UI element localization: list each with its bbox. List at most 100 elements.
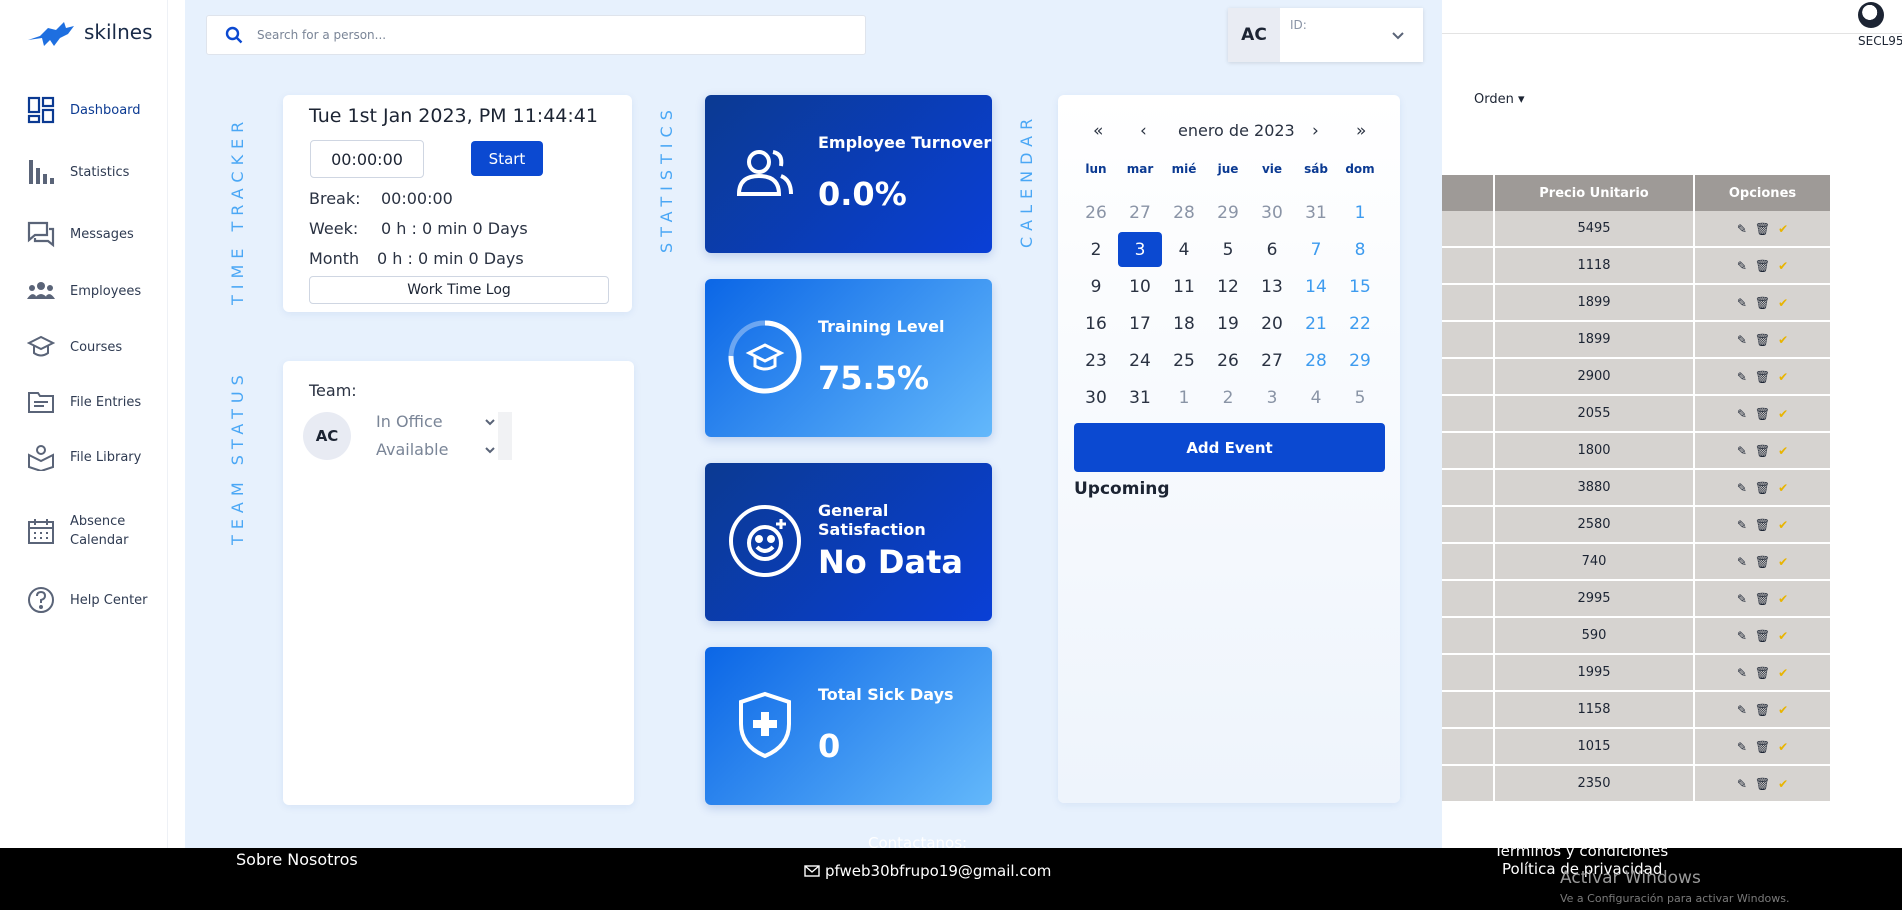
edit-icon[interactable]: ✎ [1737, 296, 1747, 310]
check-icon[interactable]: ✔ [1778, 444, 1788, 458]
calendar-day[interactable]: 10 [1118, 268, 1162, 305]
edit-icon[interactable]: ✎ [1737, 703, 1747, 717]
calendar-day[interactable]: 21 [1294, 305, 1338, 342]
calendar-day[interactable]: 1 [1162, 379, 1206, 416]
trash-icon[interactable]: 🗑 [1755, 592, 1770, 606]
trash-icon[interactable]: 🗑 [1755, 555, 1770, 569]
search-input[interactable] [257, 28, 817, 42]
edit-icon[interactable]: ✎ [1737, 629, 1747, 643]
check-icon[interactable]: ✔ [1778, 407, 1788, 421]
calendar-day[interactable]: 8 [1338, 231, 1382, 268]
add-event-button[interactable]: Add Event [1074, 423, 1385, 472]
start-button[interactable]: Start [471, 141, 543, 176]
calendar-day[interactable]: 9 [1074, 268, 1118, 305]
check-icon[interactable]: ✔ [1778, 592, 1788, 606]
calendar-day[interactable]: 25 [1162, 342, 1206, 379]
calendar-day[interactable]: 6 [1250, 231, 1294, 268]
calendar-day[interactable]: 1 [1338, 194, 1382, 231]
calendar-day[interactable]: 29 [1206, 194, 1250, 231]
trash-icon[interactable]: 🗑 [1755, 518, 1770, 532]
calendar-day[interactable]: 5 [1206, 231, 1250, 268]
sidebar-item-messages[interactable]: Messages [26, 219, 134, 249]
calendar-day[interactable]: 30 [1250, 194, 1294, 231]
trash-icon[interactable]: 🗑 [1755, 444, 1770, 458]
calendar-day[interactable]: 31 [1118, 379, 1162, 416]
edit-icon[interactable]: ✎ [1737, 407, 1747, 421]
trash-icon[interactable]: 🗑 [1755, 703, 1770, 717]
trash-icon[interactable]: 🗑 [1755, 629, 1770, 643]
trash-icon[interactable]: 🗑 [1755, 481, 1770, 495]
calendar-day[interactable]: 16 [1074, 305, 1118, 342]
check-icon[interactable]: ✔ [1778, 259, 1788, 273]
edit-icon[interactable]: ✎ [1737, 333, 1747, 347]
calendar-day[interactable]: 17 [1118, 305, 1162, 342]
next-year-button[interactable]: » [1356, 121, 1366, 141]
scrollbar[interactable] [498, 412, 512, 460]
trash-icon[interactable]: 🗑 [1755, 740, 1770, 754]
sidebar-item-help-center[interactable]: Help Center [26, 585, 148, 615]
stat-card-general-satisfaction[interactable]: General Satisfaction No Data [705, 463, 992, 621]
trash-icon[interactable]: 🗑 [1755, 296, 1770, 310]
prev-year-button[interactable]: « [1093, 121, 1103, 141]
check-icon[interactable]: ✔ [1778, 740, 1788, 754]
calendar-day[interactable]: 15 [1338, 268, 1382, 305]
calendar-day[interactable]: 3 [1250, 379, 1294, 416]
edit-icon[interactable]: ✎ [1737, 444, 1747, 458]
edit-icon[interactable]: ✎ [1737, 777, 1747, 791]
sidebar-item-courses[interactable]: Courses [26, 332, 122, 362]
edit-icon[interactable]: ✎ [1737, 518, 1747, 532]
calendar-day[interactable]: 7 [1294, 231, 1338, 268]
calendar-day[interactable]: 24 [1118, 342, 1162, 379]
prev-month-button[interactable]: ‹ [1140, 121, 1147, 141]
edit-icon[interactable]: ✎ [1737, 481, 1747, 495]
calendar-day[interactable]: 26 [1206, 342, 1250, 379]
calendar-day[interactable]: 26 [1074, 194, 1118, 231]
sidebar-item-file-library[interactable]: File Library [26, 442, 141, 472]
check-icon[interactable]: ✔ [1778, 518, 1788, 532]
sidebar-item-file-entries[interactable]: File Entries [26, 387, 141, 417]
calendar-day[interactable]: 3 [1118, 232, 1162, 267]
edit-icon[interactable]: ✎ [1737, 555, 1747, 569]
edit-icon[interactable]: ✎ [1737, 222, 1747, 236]
check-icon[interactable]: ✔ [1778, 333, 1788, 347]
chevron-down-icon[interactable] [1391, 8, 1423, 62]
calendar-day[interactable]: 28 [1294, 342, 1338, 379]
about-link[interactable]: Sobre Nosotros [236, 850, 358, 869]
stat-card-training-level[interactable]: Training Level 75.5% [705, 279, 992, 437]
check-icon[interactable]: ✔ [1778, 666, 1788, 680]
calendar-day[interactable]: 18 [1162, 305, 1206, 342]
edit-icon[interactable]: ✎ [1737, 259, 1747, 273]
calendar-day[interactable]: 5 [1338, 379, 1382, 416]
check-icon[interactable]: ✔ [1778, 370, 1788, 384]
calendar-day[interactable]: 4 [1294, 379, 1338, 416]
trash-icon[interactable]: 🗑 [1755, 222, 1770, 236]
trash-icon[interactable]: 🗑 [1755, 666, 1770, 680]
check-icon[interactable]: ✔ [1778, 777, 1788, 791]
calendar-day[interactable]: 19 [1206, 305, 1250, 342]
calendar-day[interactable]: 2 [1206, 379, 1250, 416]
trash-icon[interactable]: 🗑 [1755, 333, 1770, 347]
edit-icon[interactable]: ✎ [1737, 740, 1747, 754]
calendar-day[interactable]: 22 [1338, 305, 1382, 342]
calendar-day[interactable]: 2 [1074, 231, 1118, 268]
location-select[interactable]: In Office [376, 412, 496, 432]
sidebar-item-statistics[interactable]: Statistics [26, 157, 129, 187]
calendar-day[interactable]: 12 [1206, 268, 1250, 305]
calendar-day[interactable]: 23 [1074, 342, 1118, 379]
check-icon[interactable]: ✔ [1778, 481, 1788, 495]
calendar-day[interactable]: 28 [1162, 194, 1206, 231]
calendar-day[interactable]: 31 [1294, 194, 1338, 231]
user-selector[interactable]: AC ID: [1228, 8, 1423, 62]
work-time-log-button[interactable]: Work Time Log [309, 276, 609, 304]
calendar-day[interactable]: 27 [1118, 194, 1162, 231]
sidebar-item-absence-calendar[interactable]: Absence Calendar [26, 512, 130, 550]
stat-card-total-sick-days[interactable]: Total Sick Days 0 [705, 647, 992, 805]
check-icon[interactable]: ✔ [1778, 703, 1788, 717]
calendar-day[interactable]: 27 [1250, 342, 1294, 379]
calendar-day[interactable]: 4 [1162, 231, 1206, 268]
next-month-button[interactable]: › [1312, 121, 1319, 141]
trash-icon[interactable]: 🗑 [1755, 370, 1770, 384]
sidebar-item-dashboard[interactable]: Dashboard [26, 95, 141, 125]
calendar-day[interactable]: 29 [1338, 342, 1382, 379]
orden-dropdown[interactable]: Orden ▾ [1474, 92, 1525, 107]
